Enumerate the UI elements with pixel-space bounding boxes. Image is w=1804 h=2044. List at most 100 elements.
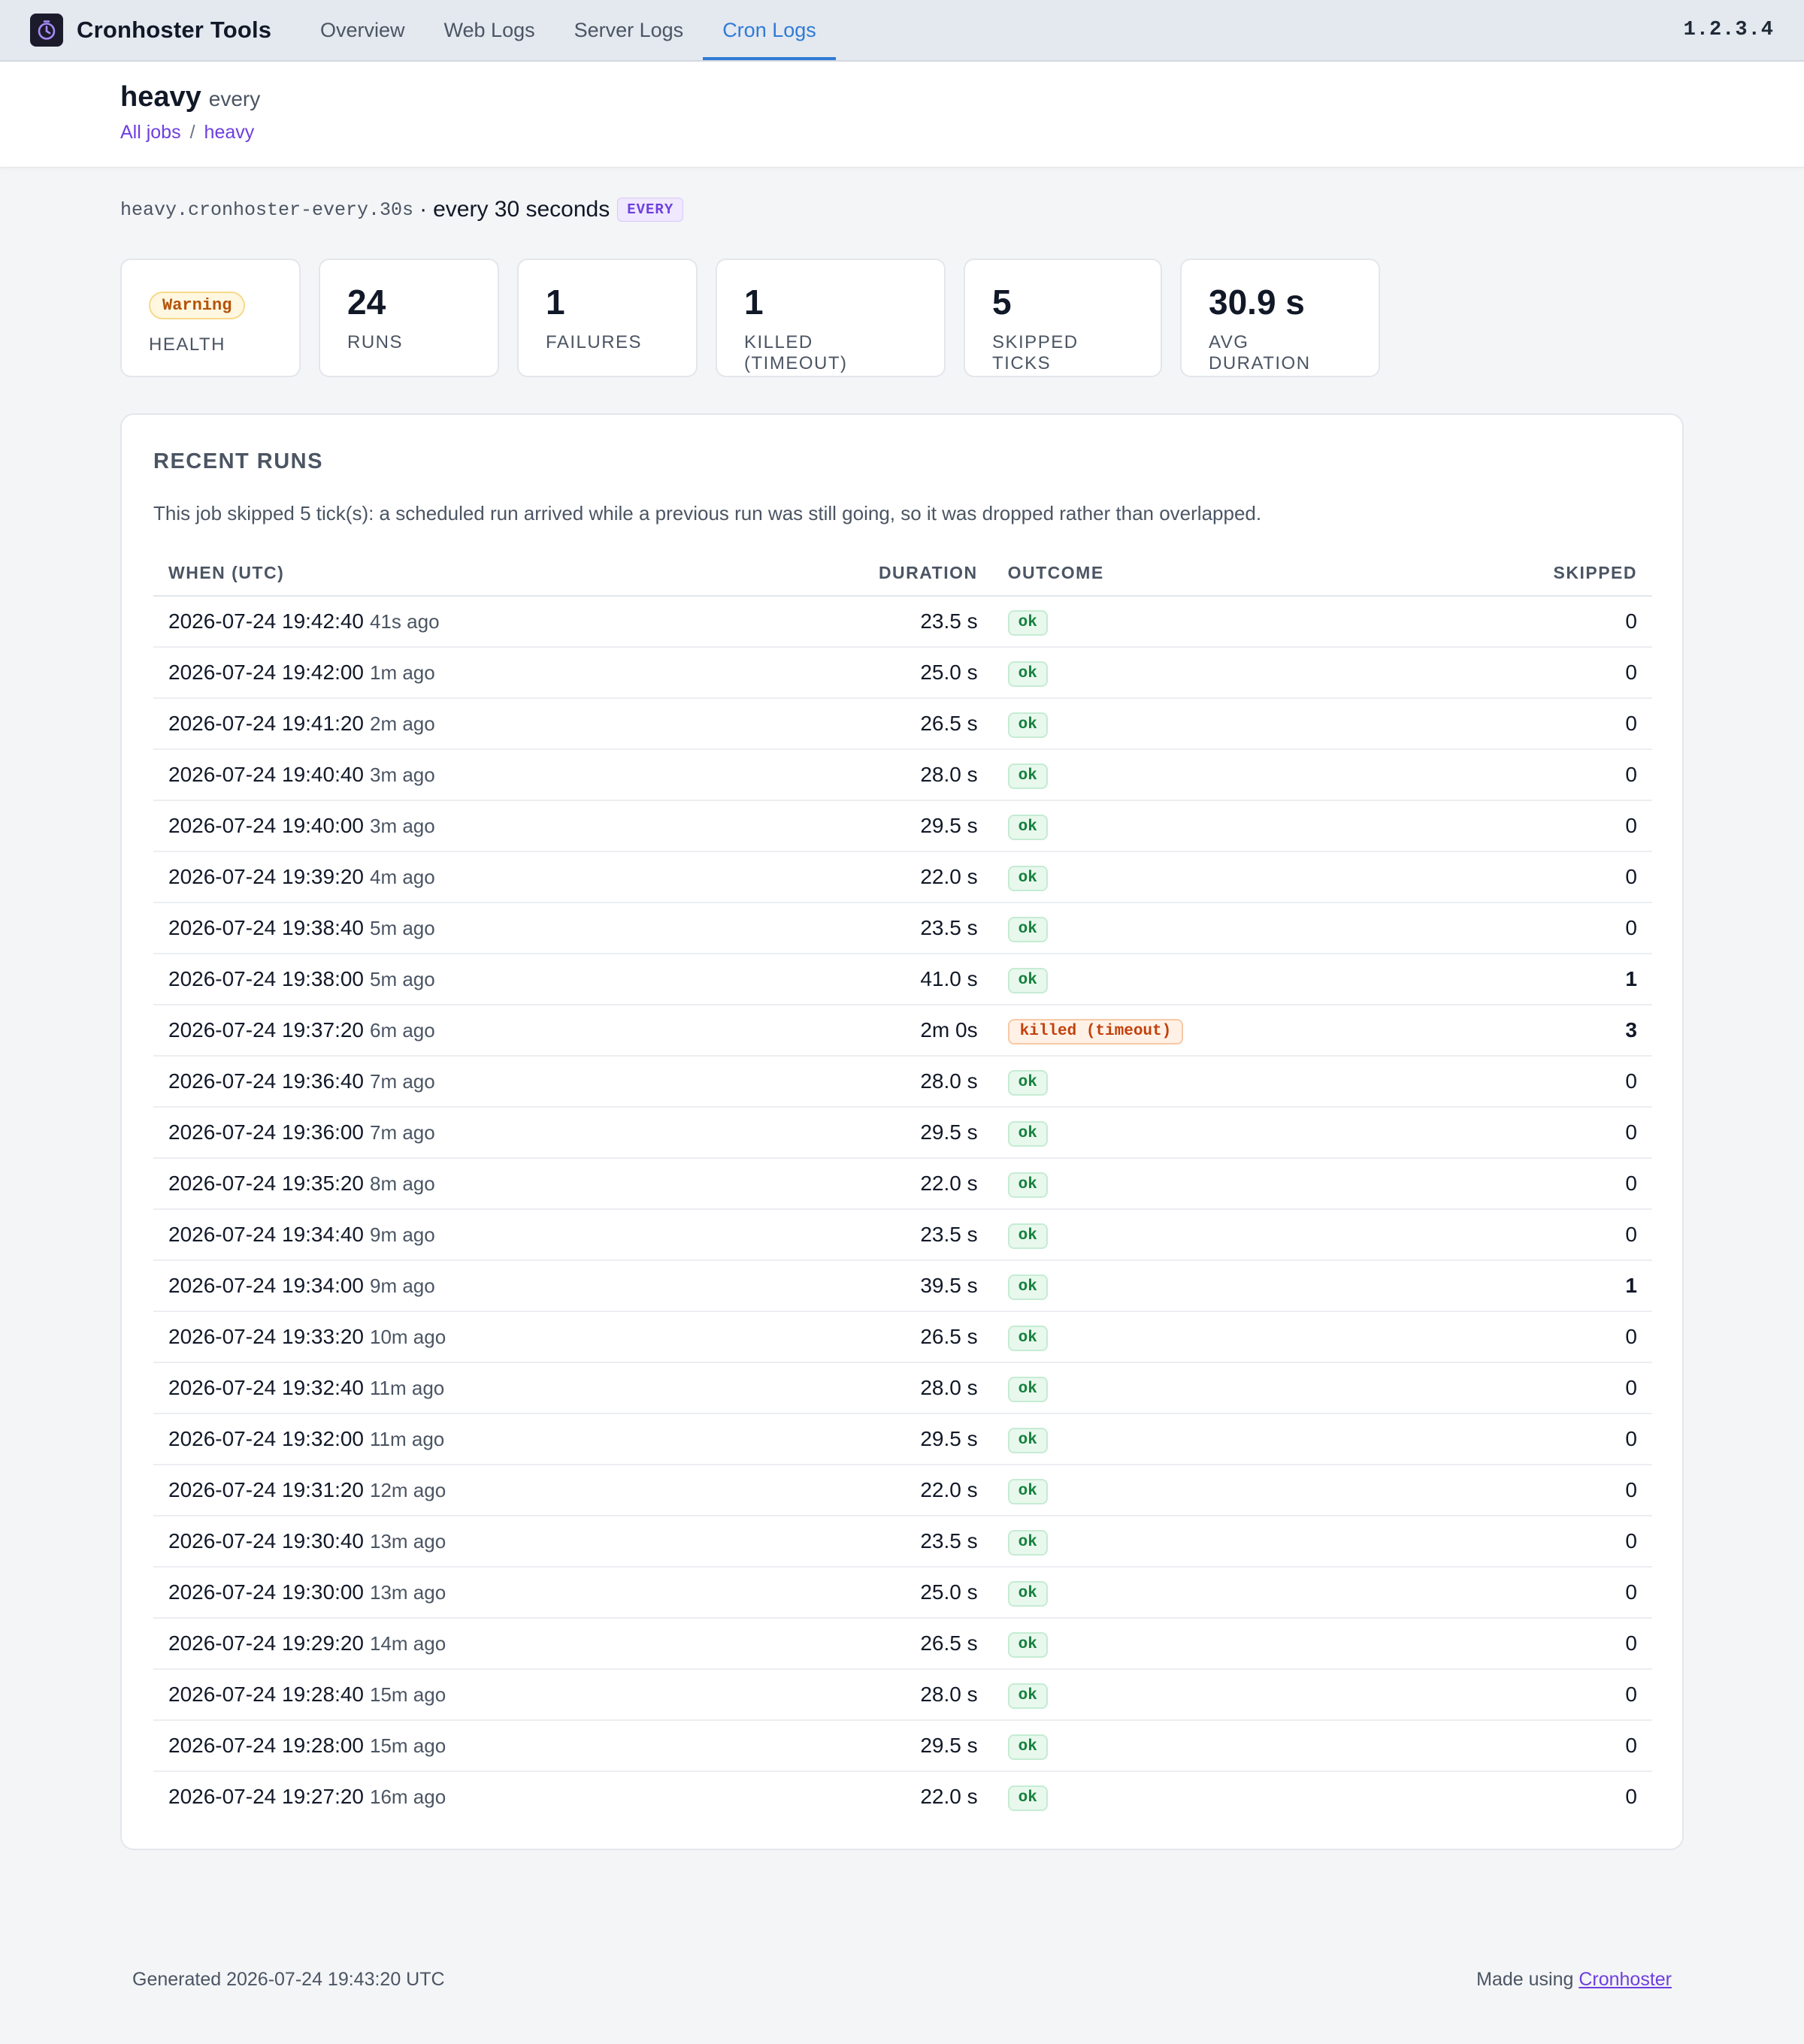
run-skipped-count: 0 (1406, 1158, 1652, 1210)
breadcrumb-current[interactable]: heavy (204, 122, 255, 144)
run-outcome-cell: ok (992, 1260, 1407, 1312)
stat-label: AVG DURATION (1209, 332, 1311, 373)
run-relative-time: 11m ago (370, 1428, 445, 1450)
run-timestamp: 2026-07-24 19:34:00 (168, 1274, 364, 1297)
run-skipped-count: 0 (1406, 1107, 1652, 1159)
table-row: 2026-07-24 19:41:20 2m ago 26.5 s ok 0 (153, 698, 1652, 750)
run-outcome-cell: ok (992, 954, 1407, 1005)
stat-card-failures: 1 FAILURES (517, 259, 698, 377)
outcome-badge: ok (1007, 1070, 1048, 1096)
run-when-cell: 2026-07-24 19:38:40 5m ago (153, 903, 864, 954)
outcome-badge: ok (1007, 1734, 1048, 1760)
table-row: 2026-07-24 19:32:00 11m ago 29.5 s ok 0 (153, 1414, 1652, 1465)
nav-tabs: Overview Web Logs Server Logs Cron Logs (301, 0, 836, 60)
stat-card-runs: 24 RUNS (319, 259, 499, 377)
table-row: 2026-07-24 19:40:40 3m ago 28.0 s ok 0 (153, 749, 1652, 801)
run-timestamp: 2026-07-24 19:31:20 (168, 1478, 364, 1501)
table-row: 2026-07-24 19:39:20 4m ago 22.0 s ok 0 (153, 851, 1652, 903)
run-relative-time: 11m ago (370, 1377, 445, 1399)
run-skipped-count: 0 (1406, 1669, 1652, 1721)
table-row: 2026-07-24 19:38:00 5m ago 41.0 s ok 1 (153, 954, 1652, 1005)
tab-cron-logs[interactable]: Cron Logs (703, 0, 836, 60)
run-outcome-cell: ok (992, 800, 1407, 852)
run-relative-time: 13m ago (370, 1581, 446, 1604)
run-duration: 22.0 s (863, 1465, 993, 1516)
table-row: 2026-07-24 19:33:20 10m ago 26.5 s ok 0 (153, 1311, 1652, 1363)
recent-runs-panel: RECENT RUNS This job skipped 5 tick(s): … (120, 413, 1684, 1850)
run-relative-time: 7m ago (370, 1121, 435, 1144)
run-outcome-cell: ok (992, 749, 1407, 801)
run-timestamp: 2026-07-24 19:38:40 (168, 916, 364, 939)
tab-overview[interactable]: Overview (301, 0, 425, 60)
run-outcome-cell: ok (992, 1516, 1407, 1568)
run-skipped-count: 0 (1625, 1785, 1637, 1808)
run-duration: 41.0 s (863, 954, 993, 1005)
column-header-skipped: SKIPPED (1406, 550, 1652, 597)
run-when-cell: 2026-07-24 19:42:40 41s ago (153, 596, 864, 648)
tab-web-logs[interactable]: Web Logs (425, 0, 555, 60)
run-when-cell: 2026-07-24 19:42:00 1m ago (153, 647, 864, 699)
run-duration: 29.5 s (863, 1720, 993, 1772)
job-kind: every (208, 87, 261, 110)
run-when-cell: 2026-07-24 19:32:40 11m ago (153, 1362, 864, 1414)
run-skipped-count: 1 (1406, 954, 1652, 1005)
run-timestamp: 2026-07-24 19:28:00 (168, 1734, 364, 1757)
run-relative-time: 9m ago (370, 1274, 435, 1297)
table-row: 2026-07-24 19:36:00 7m ago 29.5 s ok 0 (153, 1107, 1652, 1159)
stat-value: 5 (992, 283, 1012, 322)
table-row: 2026-07-24 19:27:20 16m ago 22.0 s ok 0 (153, 1771, 1652, 1822)
run-skipped-count: 0 (1406, 1618, 1652, 1670)
run-duration: 28.0 s (863, 1362, 993, 1414)
run-skipped-count: 0 (1406, 1056, 1652, 1108)
outcome-badge: ok (1007, 1377, 1048, 1402)
outcome-badge: ok (1007, 610, 1048, 636)
run-outcome-cell: ok (992, 1158, 1407, 1210)
run-outcome-cell: ok (992, 647, 1407, 699)
brand[interactable]: Cronhoster Tools (30, 0, 271, 60)
tab-server-logs[interactable]: Server Logs (555, 0, 704, 60)
table-row: 2026-07-24 19:32:40 11m ago 28.0 s ok 0 (153, 1362, 1652, 1414)
outcome-badge: ok (1007, 1581, 1048, 1607)
run-relative-time: 10m ago (370, 1326, 446, 1348)
run-timestamp: 2026-07-24 19:41:20 (168, 712, 364, 735)
run-duration: 29.5 s (863, 1414, 993, 1465)
table-row: 2026-07-24 19:28:00 15m ago 29.5 s ok 0 (153, 1720, 1652, 1772)
page-header: heavy every All jobs / heavy (0, 62, 1804, 168)
run-skipped-count: 0 (1406, 596, 1652, 648)
table-row: 2026-07-24 19:34:40 9m ago 23.5 s ok 0 (153, 1209, 1652, 1261)
run-duration: 29.5 s (863, 800, 993, 852)
run-duration: 25.0 s (863, 1567, 993, 1619)
run-timestamp: 2026-07-24 19:38:00 (168, 967, 364, 990)
panel-title: RECENT RUNS (153, 449, 323, 473)
outcome-badge: ok (1007, 1530, 1048, 1556)
run-when-cell: 2026-07-24 19:36:40 7m ago (153, 1056, 864, 1108)
outcome-badge: ok (1007, 968, 1048, 993)
run-when-cell: 2026-07-24 19:27:20 16m ago (153, 1771, 864, 1822)
run-timestamp: 2026-07-24 19:33:20 (168, 1325, 364, 1348)
run-timestamp: 2026-07-24 19:34:40 (168, 1223, 364, 1246)
run-outcome-cell: ok (992, 903, 1407, 954)
run-relative-time: 7m ago (370, 1070, 435, 1093)
outcome-badge: ok (1007, 917, 1048, 942)
footer-cronhoster-link[interactable]: Cronhoster (1578, 1969, 1672, 1990)
run-when-cell: 2026-07-24 19:34:00 9m ago (153, 1260, 864, 1312)
run-skipped-count: 0 (1406, 698, 1652, 750)
stat-label: FAILURES (546, 332, 643, 352)
table-row: 2026-07-24 19:42:40 41s ago 23.5 s ok 0 (153, 596, 1652, 648)
breadcrumb: All jobs / heavy (120, 122, 254, 144)
run-duration: 28.0 s (863, 749, 993, 801)
run-when-cell: 2026-07-24 19:40:40 3m ago (153, 749, 864, 801)
run-outcome-cell: ok (992, 1669, 1407, 1721)
breadcrumb-all-jobs[interactable]: All jobs (120, 122, 181, 144)
table-row: 2026-07-24 19:37:20 6m ago 2m 0s killed (ti… (153, 1005, 1652, 1057)
outcome-badge: ok (1007, 1121, 1048, 1147)
run-skipped-count: 1 (1406, 1260, 1652, 1312)
run-when-cell: 2026-07-24 19:38:00 5m ago (153, 954, 864, 1005)
table-row: 2026-07-24 19:30:00 13m ago 25.0 s ok 0 (153, 1567, 1652, 1619)
outcome-badge: ok (1007, 1326, 1048, 1351)
run-relative-time: 15m ago (370, 1734, 446, 1757)
run-skipped-count: 0 (1406, 647, 1652, 699)
run-skipped-count: 0 (1406, 1311, 1652, 1363)
stat-label: KILLED (TIMEOUT) (744, 332, 848, 373)
table-row: 2026-07-24 19:28:40 15m ago 28.0 s ok 0 (153, 1669, 1652, 1721)
